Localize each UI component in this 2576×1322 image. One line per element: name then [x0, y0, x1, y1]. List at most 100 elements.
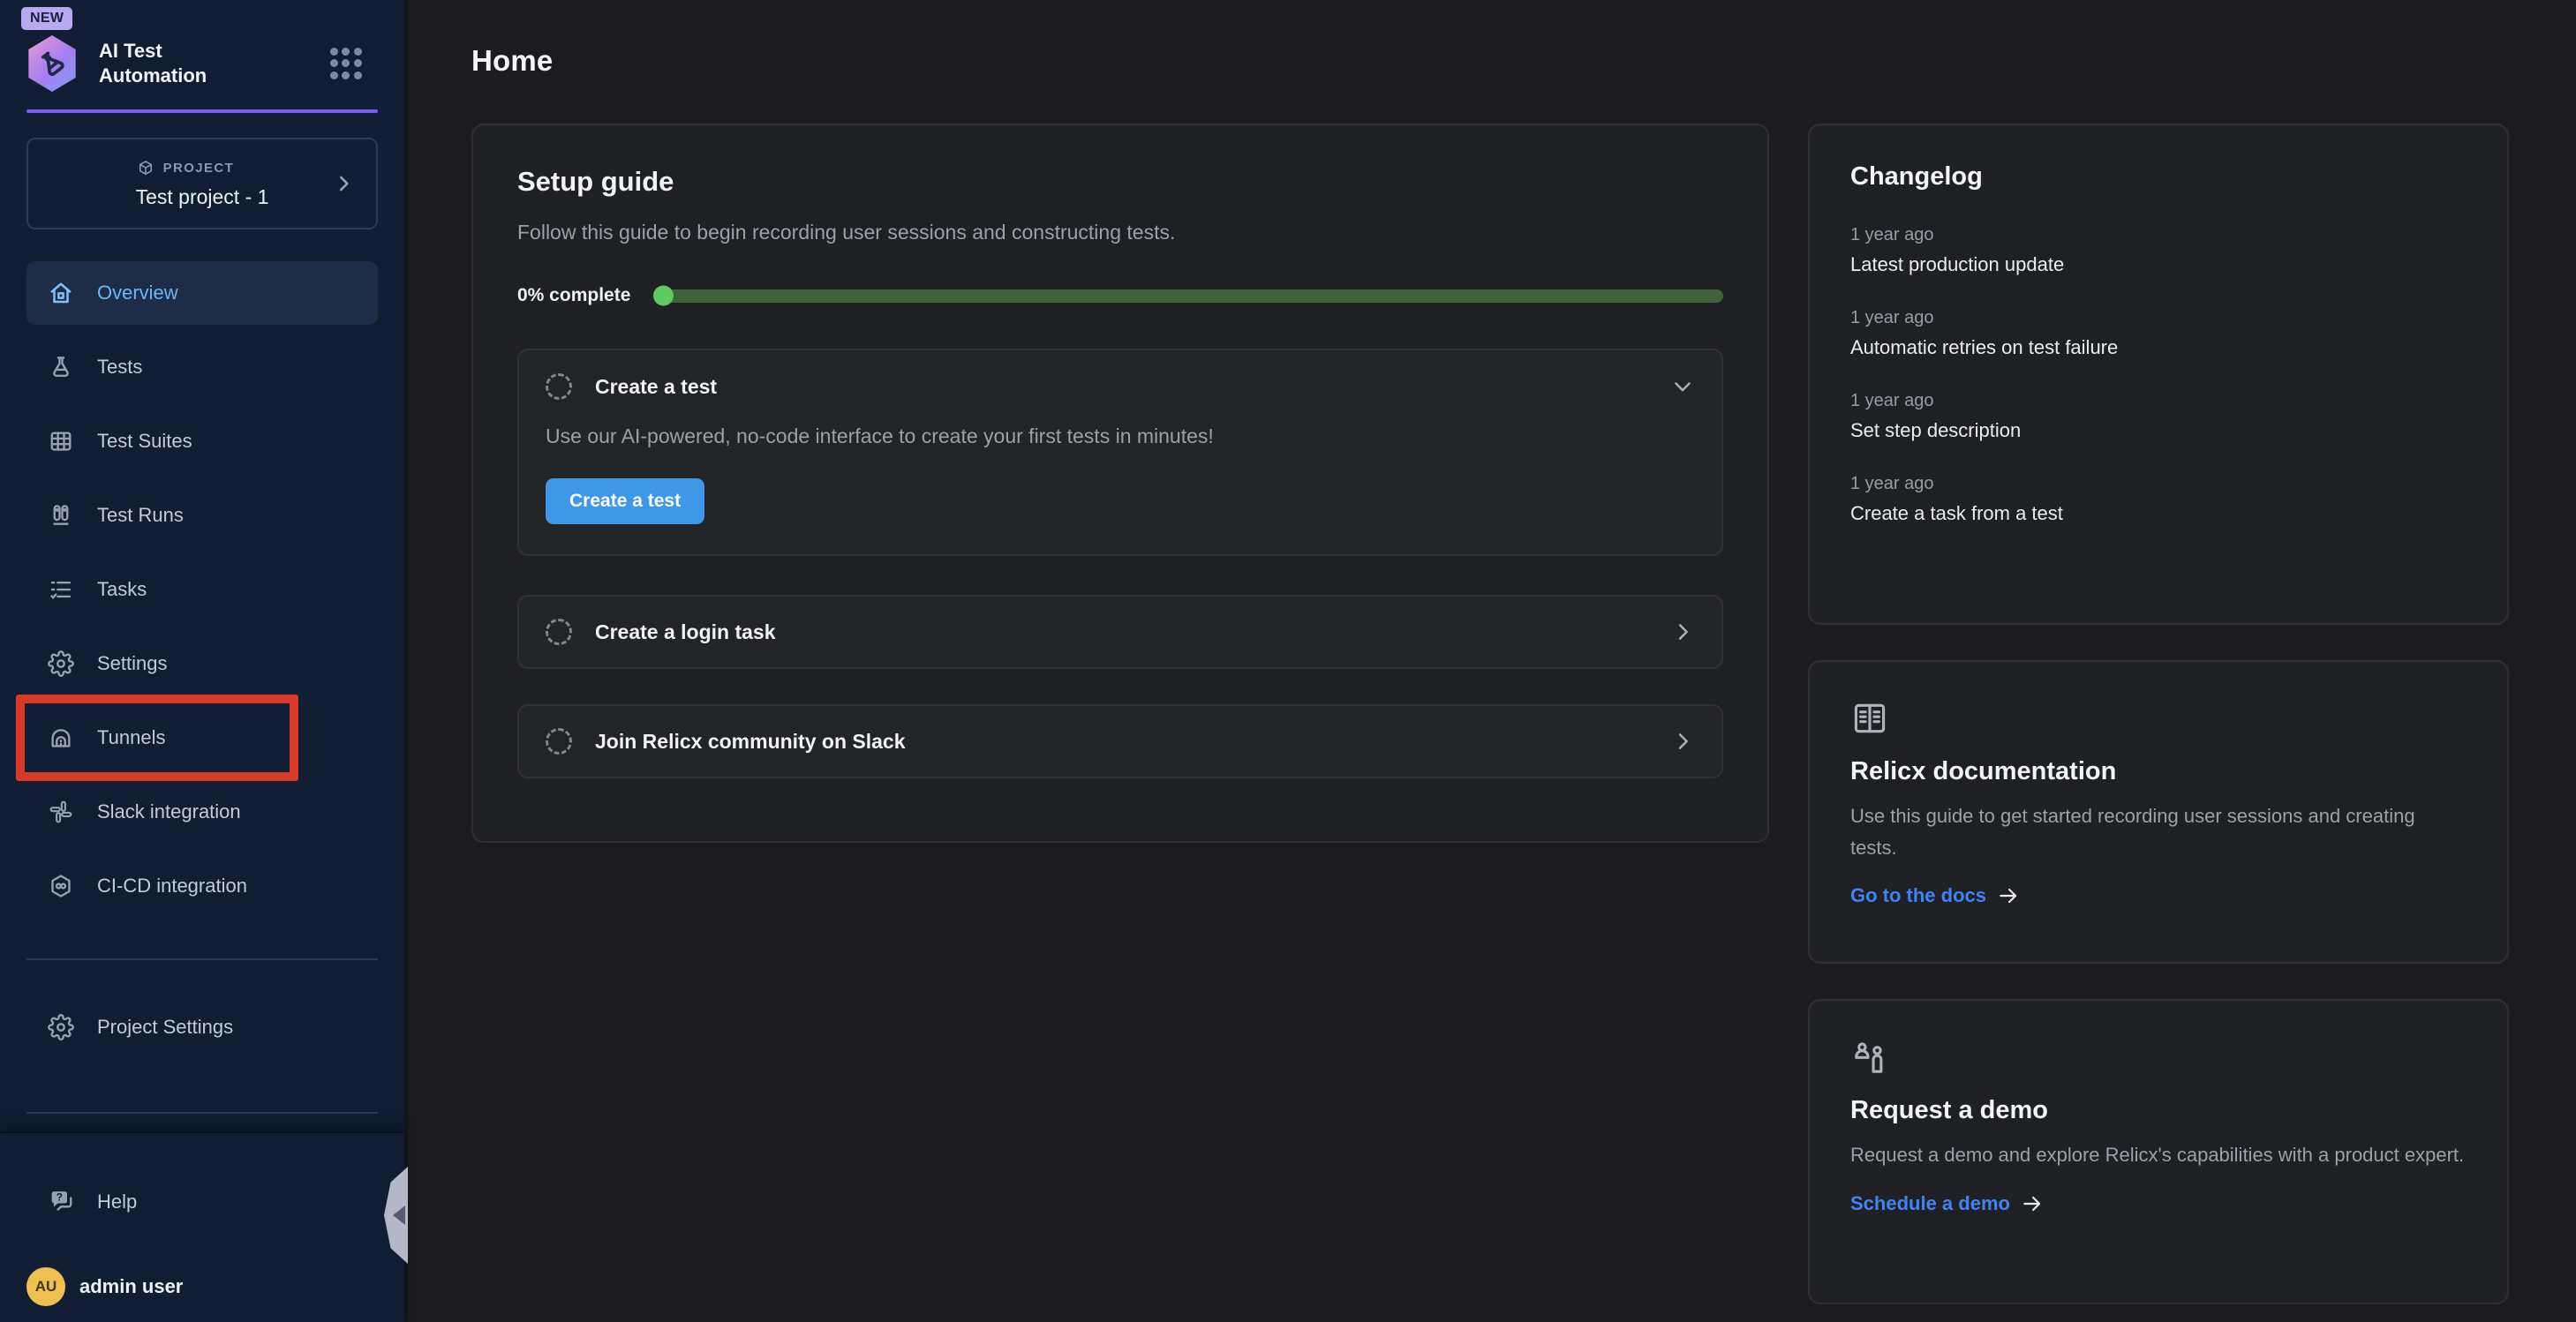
apps-grid-icon[interactable] — [330, 48, 362, 79]
arrow-right-icon — [2021, 1192, 2044, 1215]
brand-row: AI Test Automation — [26, 35, 378, 92]
sidebar-item-test-runs[interactable]: Test Runs — [26, 484, 378, 547]
sidebar-nav: Overview Tests T — [26, 261, 378, 918]
setup-guide-title: Setup guide — [517, 166, 1723, 198]
cicd-hexagon-icon — [48, 873, 74, 899]
step-header[interactable]: Create a test — [546, 373, 1695, 400]
step-title: Join Relicx community on Slack — [595, 730, 906, 754]
changelog-entry: 1 year ago Set step description — [1850, 391, 2467, 442]
link-label: Go to the docs — [1850, 884, 1986, 907]
gear-icon — [48, 1014, 74, 1040]
changelog-entry-title: Latest production update — [1850, 253, 2467, 276]
avatar: AU — [26, 1267, 65, 1306]
request-demo-body: Request a demo and explore Relicx's capa… — [1850, 1139, 2467, 1171]
sidebar-item-label: Overview — [97, 282, 178, 304]
changelog-entry-title: Set step description — [1850, 419, 2467, 442]
changelog-entry: 1 year ago Automatic retries on test fai… — [1850, 308, 2467, 359]
step-description: Use our AI-powered, no-code interface to… — [546, 424, 1695, 448]
project-selector[interactable]: PROJECT Test project - 1 — [26, 138, 378, 229]
changelog-entry-title: Automatic retries on test failure — [1850, 336, 2467, 359]
setup-progress: 0% complete — [517, 285, 1723, 306]
sidebar-item-label: Tunnels — [97, 726, 165, 749]
sidebar-item-tests[interactable]: Tests — [26, 335, 378, 399]
setup-step-create-test: Create a test Use our AI-powered, no-cod… — [517, 349, 1723, 556]
changelog-time: 1 year ago — [1850, 225, 2467, 245]
help-chat-icon: ? — [48, 1188, 76, 1216]
documentation-icon — [1850, 699, 2467, 738]
brand-divider — [26, 109, 378, 113]
progress-label: 0% complete — [517, 285, 630, 306]
changelog-entry: 1 year ago Latest production update — [1850, 225, 2467, 276]
create-test-button[interactable]: Create a test — [546, 478, 704, 524]
tunnel-icon — [48, 725, 74, 751]
project-name: Test project - 1 — [136, 185, 269, 209]
sidebar-item-settings[interactable]: Settings — [26, 632, 378, 695]
sidebar-item-overview[interactable]: Overview — [26, 261, 378, 325]
step-title: Create a login task — [595, 620, 776, 644]
sidebar-item-label: Slack integration — [97, 800, 241, 823]
project-label-row: PROJECT — [136, 159, 235, 178]
incomplete-step-icon — [546, 373, 572, 400]
arrow-right-icon — [1997, 884, 2020, 907]
sidebar: NEW AI Test Automation — [0, 0, 408, 1322]
gear-icon — [48, 650, 74, 677]
changelog-card: Changelog 1 year ago Latest production u… — [1808, 124, 2509, 625]
sidebar-item-label: CI-CD integration — [97, 875, 247, 898]
sidebar-bottom: ? Help AU admin user — [0, 1131, 404, 1322]
sidebar-item-label: Tasks — [97, 578, 147, 601]
changelog-time: 1 year ago — [1850, 308, 2467, 328]
sidebar-item-label: Tests — [97, 356, 142, 379]
sidebar-item-test-suites[interactable]: Test Suites — [26, 409, 378, 473]
sidebar-item-label: Test Runs — [97, 504, 184, 527]
home-icon — [48, 280, 74, 306]
sidebar-divider — [26, 958, 378, 960]
app-window: NEW AI Test Automation — [0, 0, 2576, 1322]
chevron-right-icon — [1670, 620, 1695, 644]
sidebar-divider — [26, 1112, 378, 1114]
documentation-body: Use this guide to get started recording … — [1850, 800, 2467, 863]
setup-guide-subtitle: Follow this guide to begin recording use… — [517, 221, 1723, 244]
request-demo-card: Request a demo Request a demo and explor… — [1808, 999, 2509, 1304]
table-grid-icon — [48, 428, 74, 454]
slack-icon — [48, 799, 74, 825]
sidebar-item-cicd-integration[interactable]: CI-CD integration — [26, 854, 378, 918]
app-logo — [26, 35, 78, 92]
sidebar-top: NEW AI Test Automation — [0, 0, 404, 1114]
chevron-down-icon — [1670, 374, 1695, 399]
setup-step-login-task[interactable]: Create a login task — [517, 595, 1723, 669]
go-to-docs-link[interactable]: Go to the docs — [1850, 884, 2467, 907]
chevron-right-icon — [332, 172, 355, 195]
link-label: Schedule a demo — [1850, 1192, 2010, 1215]
changelog-time: 1 year ago — [1850, 474, 2467, 494]
documentation-title: Relicx documentation — [1850, 757, 2467, 786]
svg-text:?: ? — [56, 1191, 63, 1204]
new-badge: NEW — [21, 7, 72, 30]
help-label: Help — [97, 1191, 137, 1213]
people-icon — [1850, 1038, 2467, 1077]
cube-icon — [136, 159, 155, 178]
app-title: AI Test Automation — [99, 39, 258, 88]
changelog-time: 1 year ago — [1850, 391, 2467, 411]
schedule-demo-link[interactable]: Schedule a demo — [1850, 1192, 2467, 1215]
user-menu[interactable]: AU admin user — [26, 1267, 378, 1306]
flask-logo-icon — [31, 42, 73, 85]
sidebar-item-project-settings[interactable]: Project Settings — [26, 995, 378, 1059]
sidebar-item-tunnels[interactable]: Tunnels — [26, 706, 378, 770]
user-name: admin user — [79, 1275, 183, 1298]
help-button[interactable]: ? Help — [26, 1176, 378, 1228]
chevron-right-icon — [1670, 729, 1695, 754]
changelog-title: Changelog — [1850, 162, 2467, 192]
sidebar-item-slack-integration[interactable]: Slack integration — [26, 780, 378, 844]
project-label: PROJECT — [163, 161, 235, 176]
flask-icon — [48, 354, 74, 380]
step-title: Create a test — [595, 375, 717, 399]
incomplete-step-icon — [546, 619, 572, 645]
sidebar-item-tasks[interactable]: Tasks — [26, 558, 378, 621]
setup-guide-card: Setup guide Follow this guide to begin r… — [471, 124, 1769, 843]
progress-dot — [653, 286, 674, 306]
sidebar-item-label: Test Suites — [97, 430, 192, 453]
setup-step-join-slack[interactable]: Join Relicx community on Slack — [517, 704, 1723, 778]
changelog-entry-title: Create a task from a test — [1850, 502, 2467, 525]
columns-run-icon — [48, 502, 74, 529]
main-content: Home Setup guide Follow this guide to be… — [408, 0, 2576, 1322]
